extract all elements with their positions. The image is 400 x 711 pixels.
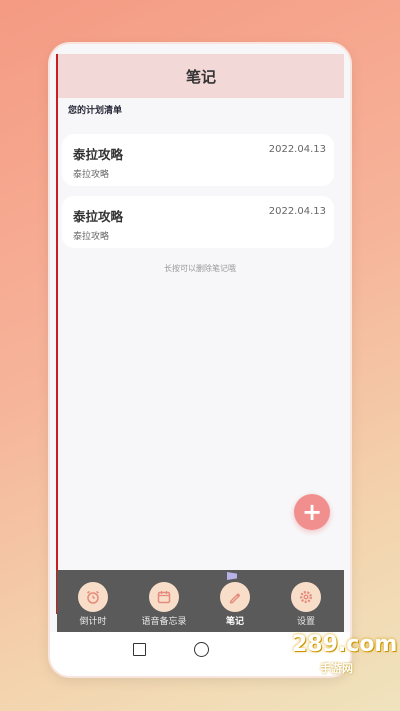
home-button[interactable] xyxy=(194,642,209,657)
tab-notes[interactable]: 笔记 xyxy=(202,570,268,632)
alarm-clock-icon xyxy=(78,582,108,612)
phone-screen: 笔记 您的计划清单 泰拉攻略 2022.04.13 泰拉攻略 泰拉攻略 2022… xyxy=(50,44,350,676)
screen-edge xyxy=(56,54,58,614)
flag-icon xyxy=(227,572,237,580)
tab-label: 语音备忘录 xyxy=(141,617,187,627)
calendar-icon xyxy=(149,582,179,612)
note-card[interactable]: 泰拉攻略 2022.04.13 泰拉攻略 xyxy=(62,196,334,248)
section-title: 您的计划清单 xyxy=(68,106,123,116)
tab-label: 笔记 xyxy=(225,617,244,627)
delete-hint: 长按可以删除笔记哦 xyxy=(164,264,236,273)
add-note-button[interactable]: + xyxy=(294,494,330,530)
note-subtitle: 泰拉攻略 xyxy=(73,232,110,242)
note-title: 泰拉攻略 xyxy=(73,209,124,224)
tab-label: 倒计时 xyxy=(79,617,107,627)
gear-icon xyxy=(291,582,321,612)
note-card[interactable]: 泰拉攻略 2022.04.13 泰拉攻略 xyxy=(62,134,334,186)
note-title: 泰拉攻略 xyxy=(73,147,124,162)
page-title: 笔记 xyxy=(185,67,216,86)
tab-settings[interactable]: 设置 xyxy=(273,570,339,632)
plus-icon: + xyxy=(301,498,323,526)
pen-icon xyxy=(220,582,250,612)
watermark-logo: 289.com xyxy=(292,632,398,657)
note-date: 2022.04.13 xyxy=(268,144,326,155)
tab-label: 设置 xyxy=(296,617,315,627)
bottom-tab-bar: 倒计时 语音备忘录 笔记 设置 xyxy=(57,570,344,632)
note-date: 2022.04.13 xyxy=(268,206,326,217)
tab-countdown[interactable]: 倒计时 xyxy=(60,570,126,632)
recent-apps-button[interactable] xyxy=(133,643,146,656)
tab-voice-memo[interactable]: 语音备忘录 xyxy=(131,570,197,632)
header-bar: 笔记 xyxy=(58,54,344,98)
note-subtitle: 泰拉攻略 xyxy=(73,170,110,180)
watermark-subtitle: 手游网 xyxy=(320,662,353,675)
